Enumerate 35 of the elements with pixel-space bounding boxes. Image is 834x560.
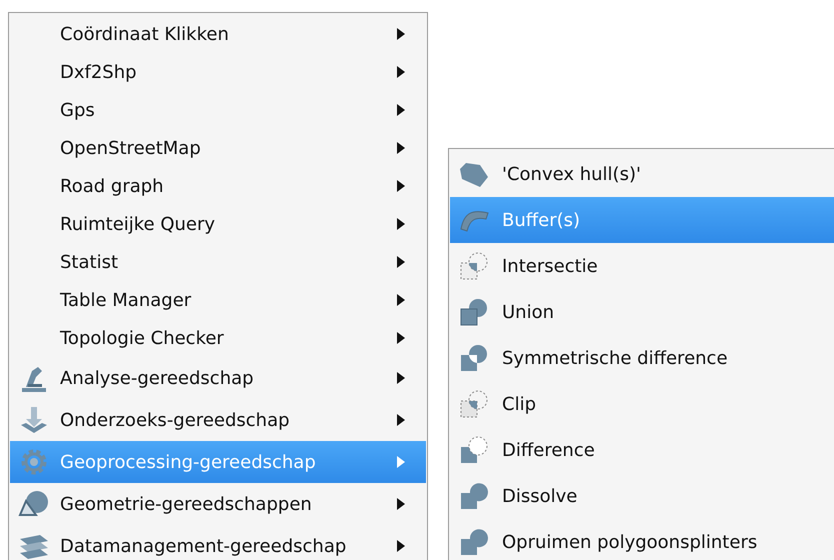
menu-item[interactable]: Difference (450, 427, 834, 473)
menu-item[interactable]: Dissolve (450, 473, 834, 519)
menu-item[interactable]: 'Convex hull(s)' (450, 151, 834, 197)
submenu-arrow-icon (396, 218, 406, 230)
menu-item[interactable]: Dxf2Shp (10, 53, 426, 91)
submenu-arrow-icon (396, 104, 406, 116)
submenu-arrow-icon (396, 180, 406, 192)
menu-item[interactable]: Coördinaat Klikken (10, 15, 426, 53)
menu-item[interactable]: Ruimteijke Query (10, 205, 426, 243)
submenu-arrow-icon (396, 498, 406, 510)
submenu-arrow-icon (396, 142, 406, 154)
submenu-arrow-icon (396, 372, 406, 384)
menu-item[interactable]: Datamanagement-gereedschap (10, 525, 426, 560)
submenu-arrow-icon (396, 66, 406, 78)
menu-item[interactable]: Onderzoeks-gereedschap (10, 399, 426, 441)
submenu-arrow-icon (396, 540, 406, 552)
menu-item[interactable]: Table Manager (10, 281, 426, 319)
menu-item[interactable]: OpenStreetMap (10, 129, 426, 167)
submenu-arrow-icon (396, 414, 406, 426)
submenu-arrow-icon (396, 256, 406, 268)
submenu-arrow-icon (396, 294, 406, 306)
menu-item[interactable]: Topologie Checker (10, 319, 426, 357)
menu-item[interactable]: Symmetrische difference (450, 335, 834, 381)
submenu-arrow-icon (396, 332, 406, 344)
submenu-arrow-icon (396, 456, 406, 468)
menu-item[interactable]: Geometrie-gereedschappen (10, 483, 426, 525)
submenu-arrow-icon (396, 28, 406, 40)
menu-item[interactable]: Statist (10, 243, 426, 281)
menu-item[interactable]: Opruimen polygoonsplinters (450, 519, 834, 560)
menu-item[interactable]: Clip (450, 381, 834, 427)
menu-item[interactable]: Gps (10, 91, 426, 129)
menu-item[interactable]: Union (450, 289, 834, 335)
menu-item[interactable]: Intersectie (450, 243, 834, 289)
menu-item[interactable]: Road graph (10, 167, 426, 205)
menu-item[interactable]: Analyse-gereedschap (10, 357, 426, 399)
